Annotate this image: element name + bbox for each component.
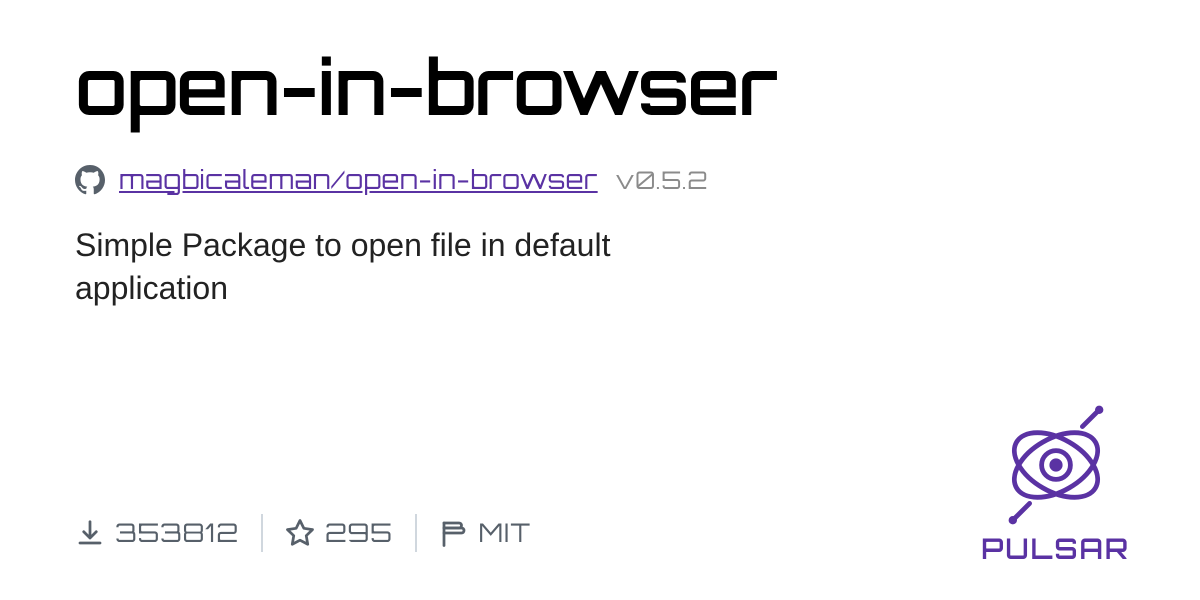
stat-divider [261,514,263,552]
star-icon [285,518,315,548]
downloads-stat: 353812 [75,517,239,549]
download-icon [75,518,105,548]
pulsar-logo-icon [996,405,1116,525]
license-name: MIT [479,517,531,549]
github-icon [75,165,105,195]
license-stat: MIT [439,517,531,549]
stats-row: 353812 295 MIT [75,514,531,552]
brand-block: PULSAR [981,405,1130,566]
brand-name: PULSAR [981,531,1130,566]
repo-link[interactable]: magbicaleman/open-in-browser [119,164,598,196]
flag-icon [439,518,469,548]
stars-count: 295 [325,517,393,549]
stars-stat: 295 [285,517,393,549]
package-title: open-in-browser [75,45,1125,129]
package-description: Simple Package to open file in default a… [75,224,755,310]
repo-row: magbicaleman/open-in-browser v0.5.2 [75,164,1125,196]
downloads-count: 353812 [115,517,239,549]
version-label: v0.5.2 [616,165,708,195]
stat-divider [415,514,417,552]
